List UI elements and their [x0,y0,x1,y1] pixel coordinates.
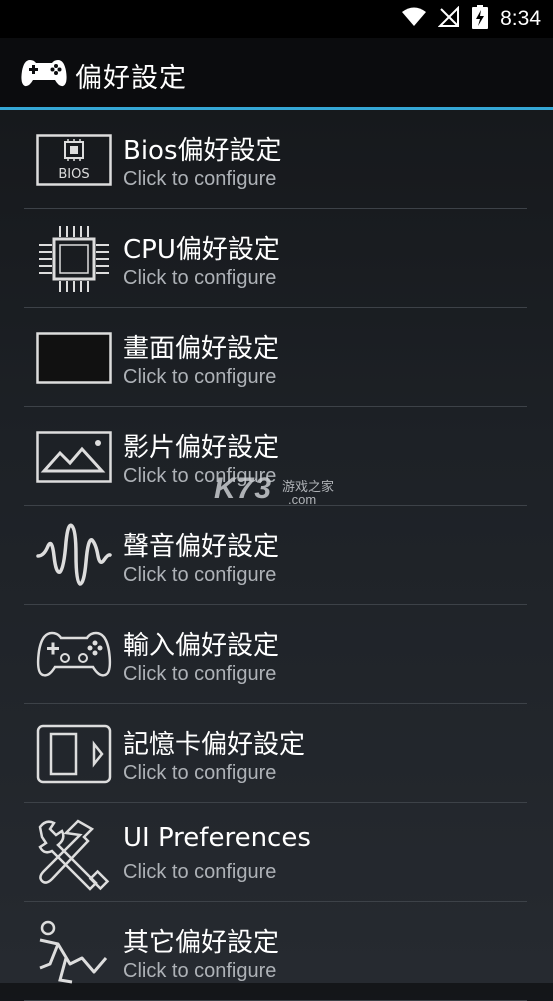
item-sublabel: Click to configure [123,861,277,883]
no-signal-icon [437,5,460,32]
running-person-icon [36,920,112,984]
item-label: UI Preferences [123,823,311,853]
list-item-memory-card[interactable]: 記憶卡偏好設定 Click to configure [0,704,553,803]
item-label: 其它偏好設定 [123,928,280,958]
item-sublabel: Click to configure [123,267,277,289]
item-label: CPU偏好設定 [123,235,280,265]
item-sublabel: Click to configure [123,663,277,685]
tools-icon [36,819,112,891]
item-sublabel: Click to configure [123,960,277,982]
item-label: 影片偏好設定 [123,433,280,463]
list-item-cpu[interactable]: CPU偏好設定 Click to configure [0,209,553,308]
memory-card-icon [36,724,112,784]
image-icon [36,431,112,483]
list-item-bios[interactable]: BIOS Bios偏好設定 Click to configure [0,110,553,209]
preferences-list: BIOS Bios偏好設定 Click to configure CPU偏好設定… [0,110,553,1001]
watermark-domain: .com [288,492,317,507]
watermark: K73 游戏之家 .com [214,472,334,507]
bios-chip-icon: BIOS [36,134,112,186]
item-sublabel: Click to configure [123,366,277,388]
item-label: 記憶卡偏好設定 [123,730,306,760]
list-item-sound[interactable]: 聲音偏好設定 Click to configure [0,506,553,605]
display-icon [36,332,112,384]
item-label: 畫面偏好設定 [123,334,280,364]
item-label: Bios偏好設定 [123,136,282,166]
item-label: 輸入偏好設定 [123,631,280,661]
page-title: 偏好設定 [75,63,187,94]
status-time: 8:34 [500,7,541,30]
list-item-other[interactable]: 其它偏好設定 Click to configure [0,902,553,1001]
sound-wave-icon [36,523,112,586]
battery-charging-icon [472,5,489,33]
list-item-display[interactable]: 畫面偏好設定 Click to configure [0,308,553,407]
item-sublabel: Click to configure [123,762,277,784]
item-sublabel: Click to configure [123,564,277,586]
cpu-icon [36,226,112,292]
item-label: 聲音偏好設定 [123,532,280,562]
list-item-input[interactable]: 輸入偏好設定 Click to configure [0,605,553,704]
item-sublabel: Click to configure [123,168,277,190]
list-item-video[interactable]: 影片偏好設定 Click to configure [0,407,553,506]
app-bar: 偏好設定 [0,38,553,110]
list-item-ui[interactable]: UI Preferences Click to configure [0,803,553,902]
controller-icon [36,629,112,681]
status-bar: 8:34 [0,0,553,38]
gamepad-icon [20,57,68,93]
wifi-icon [402,7,427,31]
svg-text:BIOS: BIOS [58,167,89,182]
watermark-brand: K73 [214,472,273,505]
